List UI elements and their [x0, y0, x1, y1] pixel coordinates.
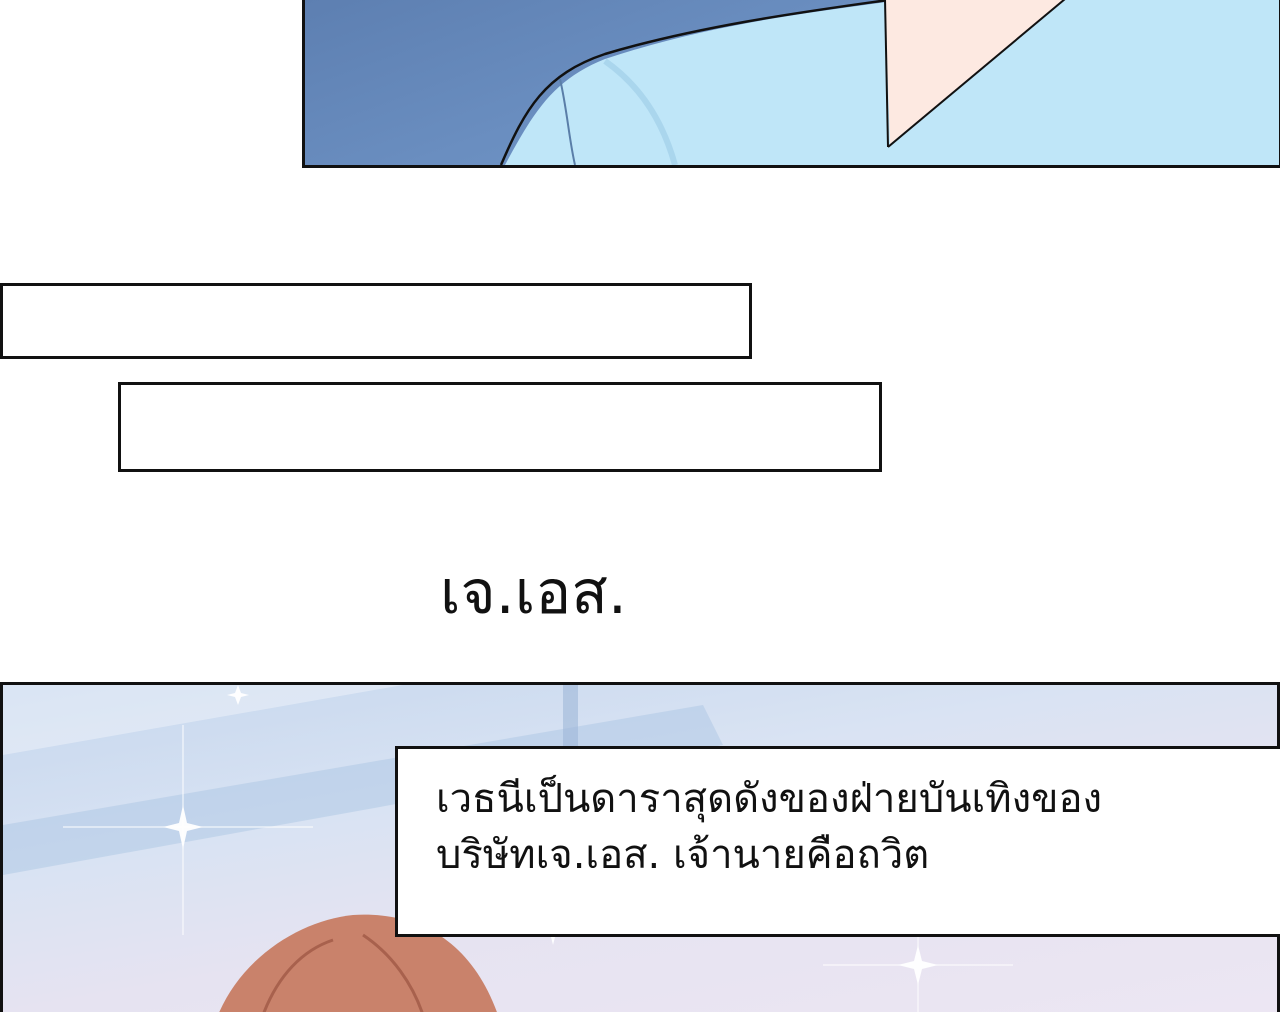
narration-line-1: เวธนีเป็นดาราสุดดังของฝ่ายบันเทิงของ — [436, 776, 1103, 822]
narration-line-2: บริษัทเจ.เอส. เจ้านายคือถวิต — [436, 832, 930, 878]
comic-panel-top — [302, 0, 1280, 168]
company-name-title: เจ.เอส. — [440, 558, 627, 628]
narration-caption-box: เวธนีเป็นดาราสุดดังของฝ่ายบันเทิงของ บริ… — [395, 746, 1280, 937]
caption-box-empty-2 — [118, 382, 882, 472]
caption-box-empty-1 — [0, 283, 752, 359]
narration-text: เวธนีเป็นดาราสุดดังของฝ่ายบันเทิงของ บริ… — [436, 771, 1276, 883]
character-collar-art — [499, 0, 1279, 165]
